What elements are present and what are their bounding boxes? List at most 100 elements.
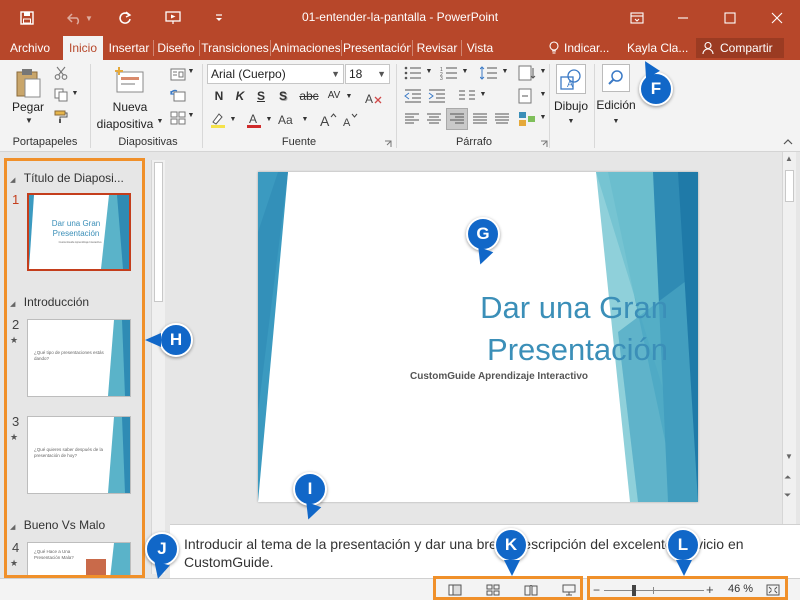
slide-thumbnail-4[interactable]: ¿Qué Hace a Una Presentación Mala? [27,542,131,578]
increase-font-size-icon[interactable]: A [318,110,338,130]
collapse-section-icon[interactable]: ◢ [10,524,15,531]
ribbon-display-options-icon[interactable] [614,0,660,36]
scrollbar-thumb[interactable] [154,162,163,302]
section-dropdown-icon[interactable]: ▼ [186,112,196,119]
character-spacing-button[interactable]: AV [323,90,345,101]
fit-slide-icon[interactable] [764,583,782,597]
italic-button[interactable]: K [230,89,250,103]
columns-icon[interactable] [456,87,478,105]
align-right-icon[interactable] [446,108,468,130]
new-slide-label[interactable]: diapositiva [94,117,156,131]
collapse-section-icon[interactable]: ◢ [10,301,15,308]
zoom-out-icon[interactable]: − [593,584,600,596]
tab-insertar[interactable]: Insertar [106,36,152,60]
find-icon[interactable] [602,64,630,92]
section-header[interactable]: ◢ Título de Diaposi... [10,171,124,185]
notes-pane[interactable]: Introducir al tema de la presentación y … [170,524,800,578]
close-icon[interactable] [754,0,800,36]
font-size-dropdown-icon[interactable]: ▼ [377,65,386,83]
new-slide-label-top[interactable]: Nueva [100,100,160,114]
align-text-dropdown-icon[interactable]: ▼ [538,91,548,98]
shapes-icon[interactable]: A [556,64,586,94]
bullets-icon[interactable] [402,64,424,82]
editor-scrollbar[interactable]: ▲ ▼ ⏶ ⏷ [782,152,796,524]
slide-title[interactable]: Dar una Gran Presentación [258,287,668,371]
section-icon[interactable] [168,110,188,126]
section-header[interactable]: ◢ Bueno Vs Malo [10,518,105,532]
numbering-dropdown-icon[interactable]: ▼ [460,68,470,75]
underline-button[interactable]: S [251,89,271,103]
normal-view-icon[interactable] [446,583,464,597]
smartart-dropdown-icon[interactable]: ▼ [538,114,548,121]
text-direction-dropdown-icon[interactable]: ▼ [538,68,548,75]
tab-presentacion[interactable]: Presentación [343,36,411,60]
bold-button[interactable]: N [209,89,229,103]
change-case-icon[interactable]: Aa [276,110,300,130]
drawing-dropdown-icon[interactable]: ▼ [566,118,576,125]
font-color-dropdown-icon[interactable]: ▼ [264,116,274,123]
clear-formatting-icon[interactable]: A [362,90,386,108]
font-size-box[interactable]: 18 ▼ [345,64,390,84]
slide-thumbnail-1[interactable]: Dar una Gran Presentación CustomGuide Ap… [27,193,131,271]
next-slide-icon[interactable]: ⏷ [784,490,791,501]
copy-icon[interactable] [52,86,70,104]
align-text-icon[interactable] [516,87,538,105]
increase-indent-icon[interactable] [426,87,448,105]
highlight-dropdown-icon[interactable]: ▼ [228,116,238,123]
font-name-dropdown-icon[interactable]: ▼ [331,65,340,83]
paste-label[interactable]: Pegar [8,100,48,114]
text-direction-icon[interactable] [516,64,538,82]
zoom-slider-thumb[interactable] [632,585,636,596]
align-left-icon[interactable] [402,110,422,128]
line-spacing-dropdown-icon[interactable]: ▼ [500,68,510,75]
decrease-font-size-icon[interactable]: A [340,110,360,130]
zoom-level[interactable]: 46 % [728,583,753,595]
numbering-icon[interactable]: 123 [438,64,460,82]
minimize-icon[interactable] [660,0,706,36]
bullets-dropdown-icon[interactable]: ▼ [424,68,434,75]
cut-icon[interactable] [52,64,70,82]
font-dialog-launcher-icon[interactable] [382,138,394,150]
previous-slide-icon[interactable]: ⏶ [784,472,791,483]
tab-revisar[interactable]: Revisar [414,36,460,60]
change-case-dropdown-icon[interactable]: ▼ [300,116,310,123]
copy-dropdown-icon[interactable]: ▼ [70,90,80,97]
new-slide-dropdown-icon[interactable]: ▼ [155,118,165,125]
paste-icon[interactable] [12,66,44,100]
tab-vista[interactable]: Vista [463,36,497,60]
scrollbar-thumb[interactable] [785,170,794,202]
tab-animaciones[interactable]: Animaciones [272,36,340,60]
scroll-up-icon[interactable]: ▲ [785,154,793,163]
editing-dropdown-icon[interactable]: ▼ [611,118,621,125]
tab-diseno[interactable]: Diseño [155,36,197,60]
drawing-label[interactable]: Dibujo [550,99,592,113]
collapse-section-icon[interactable]: ◢ [10,177,15,184]
new-slide-icon[interactable] [112,64,146,96]
highlight-color-icon[interactable] [208,110,228,130]
decrease-indent-icon[interactable] [402,87,424,105]
columns-dropdown-icon[interactable]: ▼ [478,91,488,98]
reset-slide-icon[interactable] [168,88,188,104]
section-header[interactable]: ◢ Introducción [10,295,89,309]
line-spacing-icon[interactable] [478,64,500,82]
justify-icon[interactable] [470,110,490,128]
maximize-icon[interactable] [707,0,753,36]
smartart-icon[interactable] [516,110,538,128]
slide-thumbnail-2[interactable]: ¿Qué tipo de presentaciones estás dando? [27,319,131,397]
format-painter-icon[interactable] [52,108,70,126]
layout-dropdown-icon[interactable]: ▼ [186,68,196,75]
paste-dropdown-icon[interactable]: ▼ [22,116,36,125]
distributed-icon[interactable] [492,110,512,128]
scroll-down-icon[interactable]: ▼ [785,452,793,461]
zoom-slider[interactable] [604,585,704,596]
align-center-icon[interactable] [424,110,444,128]
editing-label[interactable]: Edición [594,98,638,112]
font-color-icon[interactable]: A [244,110,264,130]
slideshow-icon[interactable] [560,583,578,597]
slides-panel-scrollbar[interactable] [151,160,165,574]
tell-me-box[interactable]: Indicar... [564,36,616,60]
character-spacing-dropdown-icon[interactable]: ▼ [344,93,354,100]
slide-sorter-icon[interactable] [484,583,502,597]
slide-subtitle[interactable]: CustomGuide Aprendizaje Interactivo [258,371,588,382]
layout-icon[interactable] [168,66,188,82]
